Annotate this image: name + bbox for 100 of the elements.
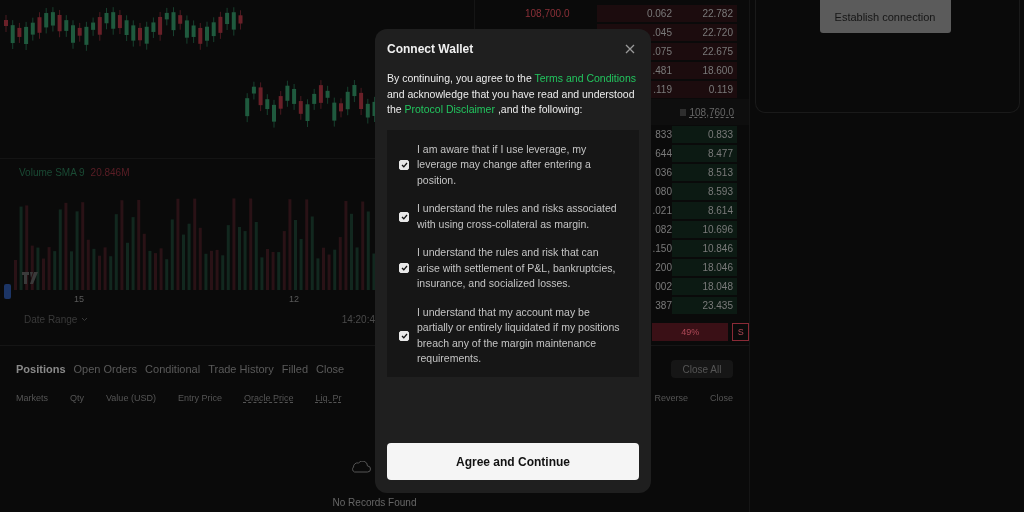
order-size: 080	[655, 186, 672, 197]
order-total: 18.600	[702, 65, 733, 76]
candle	[191, 19, 196, 44]
checkbox-label: I understand the rules and risk that can arise with settlement of P&L, bankruptcies, insurance, and socialized losses.	[417, 245, 617, 291]
ask-price: 108,700.0	[525, 8, 570, 19]
order-total: 18.046	[702, 262, 733, 273]
candle	[265, 93, 270, 116]
mid-price: 108,760.0	[689, 106, 734, 118]
column-header: Value (USD)	[106, 393, 156, 403]
agreement-text: By continuing, you agree to the Terms and Conditions and acknowledge that you have read and understood the Protocol Disclaimer ,and the following:	[387, 71, 638, 117]
order-total: 23.435	[702, 300, 733, 311]
close-all-button[interactable]: Close All	[671, 360, 733, 378]
empty-message: No Records Found	[332, 497, 417, 508]
order-size: .075	[652, 46, 672, 57]
indicator-label: Volume SMA 9	[19, 167, 85, 178]
order-size: .481	[652, 65, 672, 76]
candle	[332, 97, 337, 128]
candle	[144, 21, 149, 51]
order-size: 644	[655, 148, 672, 159]
order-total: 10.696	[702, 224, 733, 235]
cloud-icon	[350, 461, 371, 473]
order-total: 0.833	[707, 129, 733, 140]
time-label: 12	[289, 294, 300, 304]
candle	[131, 19, 136, 48]
agree-button[interactable]: Agree and Continue	[387, 443, 639, 480]
candle	[64, 14, 69, 38]
column-header: Oracle Price	[243, 393, 294, 403]
candle	[71, 19, 75, 50]
checkbox[interactable]	[399, 211, 409, 222]
disclaimer-link[interactable]: Protocol Disclaimer	[404, 103, 495, 115]
order-total: 0.119	[708, 84, 733, 95]
order-total: 18.048	[702, 281, 733, 292]
candle	[211, 16, 216, 43]
logo-icon	[22, 272, 38, 284]
order-size: .045	[652, 27, 672, 38]
checkbox-label: I am aware that if I use leverage, my leverage may change after entering a position.	[417, 141, 592, 188]
tab[interactable]: Close	[316, 363, 345, 375]
candle	[37, 11, 42, 40]
candle	[285, 80, 290, 108]
checkbox-label: I understand the rules and risks associated with using cross-collateral as margin.	[417, 201, 618, 232]
order-size: 0.062	[646, 8, 672, 19]
candle	[17, 22, 22, 44]
establish-connection-button[interactable]: Establish connection	[819, 0, 951, 33]
tab[interactable]: Positions	[16, 363, 66, 375]
ratio-bar: 49%	[652, 323, 729, 341]
checkbox-label: I understand that my account may be partially or entirely liquidated if my positions breach any of the margin maintenance requirements.	[417, 304, 621, 366]
candle	[278, 90, 283, 116]
tab[interactable]: Conditional	[145, 363, 201, 375]
dialog-title: Connect Wallet	[387, 42, 474, 56]
order-size: 387	[655, 300, 672, 311]
candle	[77, 22, 82, 43]
order-total: 8.477	[707, 148, 733, 159]
tab[interactable]: Filled	[281, 363, 309, 375]
candle	[57, 9, 62, 38]
order-size: 082	[655, 224, 672, 235]
checkbox[interactable]	[399, 263, 409, 274]
candle	[10, 19, 15, 50]
column-header: Close	[710, 393, 733, 403]
candle	[198, 22, 203, 51]
order-size: 036	[655, 167, 672, 178]
order-size: 002	[655, 281, 672, 292]
order-size: .150	[652, 243, 672, 254]
candle	[305, 98, 310, 128]
tab[interactable]: Open Orders	[73, 363, 138, 375]
caret-icon	[81, 317, 89, 322]
order-total: 22.782	[702, 8, 733, 19]
indicator-value: 20.846M	[90, 167, 130, 178]
column-header: Markets	[16, 393, 48, 403]
order-size: 200	[655, 262, 672, 273]
checkbox[interactable]	[399, 159, 409, 170]
panel-handle[interactable]	[4, 284, 11, 299]
column-header: Qty	[70, 393, 85, 403]
tab[interactable]: Trade History	[208, 363, 274, 375]
candle	[104, 7, 109, 30]
order-total: 8.593	[707, 186, 733, 197]
candle	[345, 86, 350, 116]
checkbox[interactable]	[399, 330, 409, 341]
candle	[339, 97, 343, 118]
close-icon[interactable]	[625, 44, 635, 54]
order-total: 22.720	[702, 27, 733, 38]
candle	[84, 21, 89, 52]
candle	[238, 9, 243, 31]
order-size: .021	[652, 205, 672, 216]
terms-link[interactable]: Terms and Conditions	[534, 72, 637, 84]
candle	[218, 11, 223, 40]
candle	[272, 99, 276, 129]
column-header: Entry Price	[177, 393, 222, 403]
column-header: Liq. Pr	[315, 393, 342, 403]
order-size: .119	[653, 84, 672, 95]
candle	[124, 14, 129, 42]
order-total: 10.846	[702, 243, 733, 254]
column-header: Reverse	[654, 393, 688, 403]
candle	[4, 14, 8, 33]
clock-text: 14:20:4	[341, 314, 375, 325]
order-total: 8.513	[707, 167, 733, 178]
candle	[138, 22, 142, 47]
candle	[151, 16, 156, 39]
time-label: 15	[74, 294, 84, 304]
side-badge: S	[732, 323, 749, 341]
candle	[205, 21, 209, 48]
